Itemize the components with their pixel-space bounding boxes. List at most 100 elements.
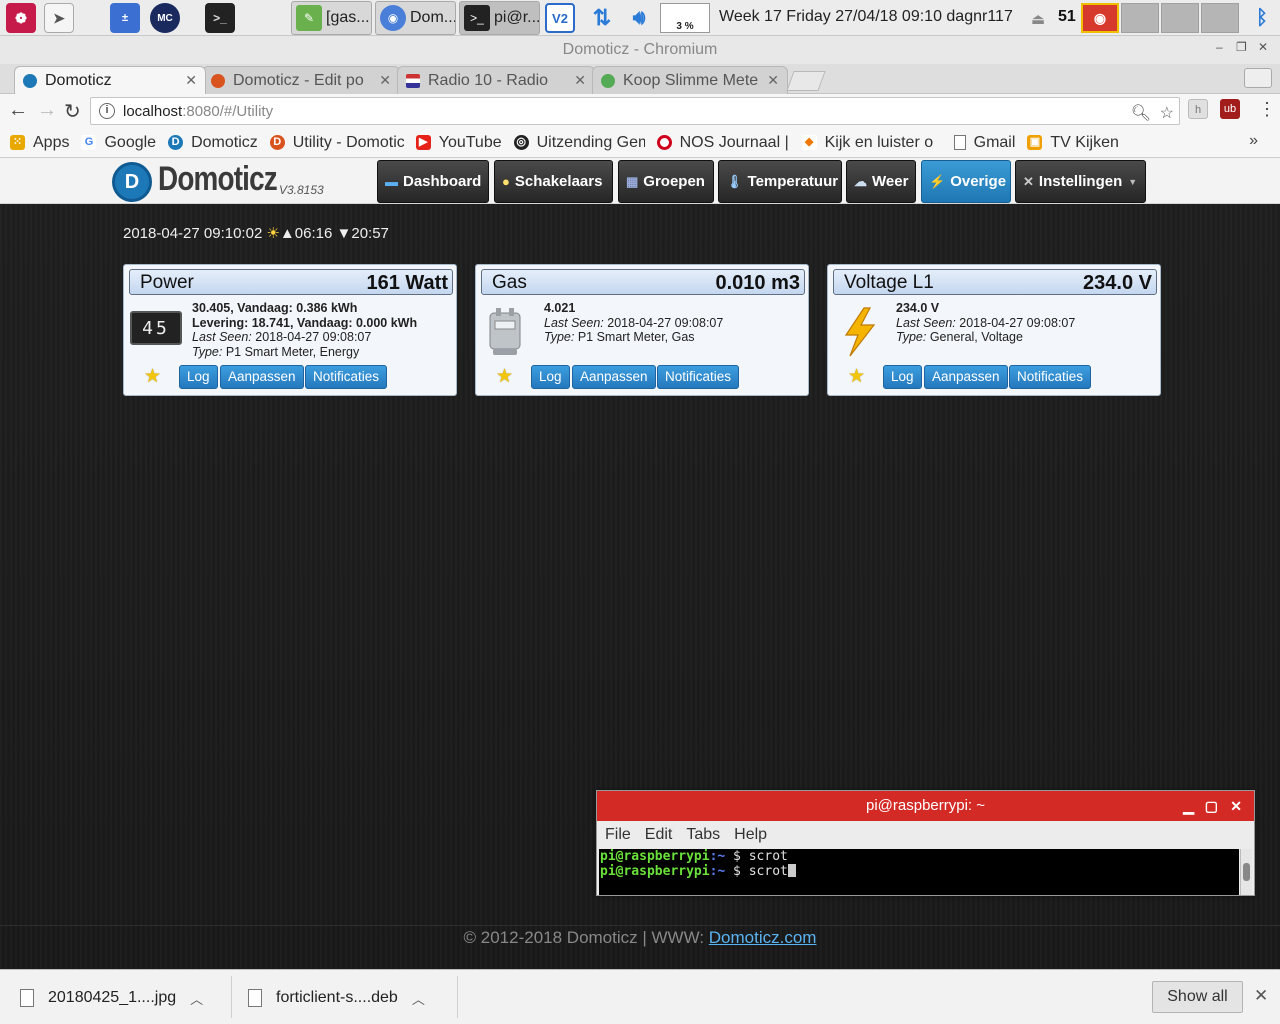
nav-overige[interactable]: ⚡ Overige: [921, 160, 1011, 203]
menu-edit[interactable]: Edit: [645, 826, 673, 844]
nav-instellingen[interactable]: ✕ Instellingen ▼: [1015, 160, 1146, 203]
domoticz-title[interactable]: Domoticz: [158, 160, 278, 199]
terminal-launcher-icon[interactable]: >_: [205, 3, 235, 33]
tab-close-icon[interactable]: ✕: [375, 72, 391, 89]
workspace-2[interactable]: [1161, 3, 1199, 33]
eject-icon[interactable]: ⏏: [1031, 10, 1045, 28]
leafpad-icon: ✎: [296, 5, 322, 31]
domoticz-orange-favicon: [211, 73, 225, 88]
nav-schakelaars[interactable]: ● Schakelaars: [494, 160, 613, 203]
nav-weer[interactable]: ☁ Weer: [846, 160, 916, 203]
favorite-star-icon[interactable]: ★: [848, 365, 865, 388]
forward-icon[interactable]: →: [37, 99, 57, 122]
bookmark-apps[interactable]: ⁙ Apps: [10, 134, 69, 152]
terminal-output[interactable]: pi@raspberrypi:~ $ scrot pi@raspberrypi:…: [599, 849, 1239, 895]
nav-temperatuur[interactable]: 🌡︎ Temperatuur: [718, 160, 842, 203]
card-header: Voltage L1 234.0 V: [833, 269, 1157, 295]
nav-dashboard[interactable]: ▬ Dashboard: [377, 160, 489, 203]
maximize-icon[interactable]: ▢: [1205, 791, 1218, 821]
site-info-icon[interactable]: i: [99, 103, 115, 119]
telegram-icon[interactable]: ➤: [44, 3, 74, 33]
vnc-icon[interactable]: V2: [545, 3, 575, 33]
sun-icon: ☀: [266, 225, 280, 242]
tab-close-icon[interactable]: ✕: [570, 72, 586, 89]
aanpassen-button[interactable]: Aanpassen: [924, 365, 1008, 389]
bookmark-uitzending-gemist[interactable]: ◎ Uitzending Gem: [513, 134, 645, 152]
minimize-icon[interactable]: ▁: [1183, 791, 1194, 821]
menu-kebab-icon[interactable]: ⋮: [1258, 99, 1276, 120]
back-icon[interactable]: ←: [8, 99, 28, 122]
zoom-icon[interactable]: 🔍︎: [1131, 103, 1151, 123]
chevron-up-icon[interactable]: ︿: [190, 989, 203, 1008]
tab-close-icon[interactable]: ✕: [181, 72, 197, 89]
bookmark-star-icon[interactable]: ☆: [1160, 103, 1174, 123]
bookmark-tv-kijken[interactable]: ▣ TV Kijken: [1027, 134, 1119, 152]
terminal-titlebar[interactable]: pi@raspberrypi: ~ ▁ ▢ ✕: [597, 791, 1254, 821]
download-item[interactable]: 20180425_1....jpg ︿: [20, 980, 203, 1016]
minimize-icon[interactable]: ‒: [1216, 40, 1223, 54]
notificaties-button[interactable]: Notificaties: [305, 365, 388, 389]
scrollbar-thumb[interactable]: [1243, 863, 1250, 881]
bookmark-utility-domoticz[interactable]: D Utility - Domotic: [269, 134, 404, 152]
calculator-icon[interactable]: ±: [110, 3, 140, 33]
workspace-1[interactable]: [1121, 3, 1159, 33]
tab-domoticz-edit[interactable]: Domoticz - Edit po ✕: [202, 66, 400, 94]
bluetooth-icon[interactable]: ᛒ: [1247, 3, 1277, 33]
bookmark-youtube[interactable]: ▶ YouTube: [415, 134, 502, 152]
tab-radio10[interactable]: Radio 10 - Radio ✕: [397, 66, 595, 94]
aanpassen-button[interactable]: Aanpassen: [220, 365, 304, 389]
task-chromium[interactable]: ◉ Dom...: [375, 1, 456, 35]
mc-icon[interactable]: MC: [150, 3, 180, 33]
domoticz-logo-icon[interactable]: D: [112, 162, 152, 202]
bookmark-google[interactable]: G Google: [81, 134, 156, 152]
clock[interactable]: Week 17 Friday 27/04/18 09:10 dagnr117: [719, 8, 1013, 26]
menu-file[interactable]: File: [605, 826, 631, 844]
volume-icon[interactable]: 🔊︎: [624, 3, 654, 33]
raspberry-menu-icon[interactable]: ❁: [6, 3, 36, 33]
bookmark-domoticz[interactable]: D Domoticz: [168, 134, 258, 152]
ublock-icon[interactable]: ub: [1220, 99, 1240, 119]
extension-h-icon[interactable]: h: [1188, 99, 1208, 119]
terminal-scrollbar[interactable]: [1240, 849, 1252, 895]
close-window-icon[interactable]: ✕: [1258, 40, 1268, 54]
workspace-3[interactable]: [1201, 3, 1239, 33]
tab-close-icon[interactable]: ✕: [763, 72, 779, 89]
profile-icon[interactable]: [1244, 68, 1272, 88]
tab-domoticz[interactable]: Domoticz ✕: [14, 66, 206, 94]
log-button[interactable]: Log: [883, 365, 922, 389]
bookmark-nos-journaal[interactable]: NOS Journaal |: [656, 134, 790, 152]
log-button[interactable]: Log: [179, 365, 218, 389]
terminal-icon: >_: [464, 5, 490, 31]
menu-help[interactable]: Help: [734, 826, 767, 844]
favorite-star-icon[interactable]: ★: [144, 365, 161, 388]
download-item[interactable]: forticlient-s....deb ︿: [248, 980, 425, 1016]
nav-groepen[interactable]: ▦ Groepen: [618, 160, 714, 203]
notificaties-button[interactable]: Notificaties: [1009, 365, 1092, 389]
reload-icon[interactable]: ↻: [64, 99, 81, 124]
task-terminal[interactable]: >_ pi@r...: [459, 1, 540, 35]
favorite-star-icon[interactable]: ★: [496, 365, 513, 388]
show-all-button[interactable]: Show all: [1152, 981, 1243, 1013]
domoticz-link[interactable]: Domoticz.com: [709, 928, 817, 947]
aanpassen-button[interactable]: Aanpassen: [572, 365, 656, 389]
menu-tabs[interactable]: Tabs: [686, 826, 720, 844]
bookmarks-overflow-icon[interactable]: »: [1249, 132, 1258, 150]
chromium-tray-icon[interactable]: ◉: [1081, 3, 1119, 33]
new-tab-button[interactable]: [786, 71, 826, 91]
bookmark-kijk-en-luister[interactable]: ◆ Kijk en luister o: [801, 134, 942, 152]
terminal-window[interactable]: pi@raspberrypi: ~ ▁ ▢ ✕ File Edit Tabs H…: [596, 790, 1255, 896]
tv-icon: ▣: [1027, 135, 1043, 150]
bookmark-gmail[interactable]: Gmail: [953, 134, 1015, 152]
task-gas[interactable]: ✎ [gas...: [291, 1, 372, 35]
log-button[interactable]: Log: [531, 365, 570, 389]
close-icon[interactable]: ✕: [1230, 791, 1242, 821]
network-arrows-icon[interactable]: ⇅: [587, 3, 617, 33]
domoticz-version: V3.8153: [279, 183, 324, 197]
chevron-up-icon[interactable]: ︿: [412, 989, 425, 1008]
divider: [231, 976, 232, 1018]
close-icon[interactable]: ✕: [1254, 986, 1268, 1006]
address-bar[interactable]: i localhost:8080/#/Utility 🔍︎ ☆: [90, 97, 1180, 125]
restore-icon[interactable]: ❐: [1236, 40, 1247, 54]
notificaties-button[interactable]: Notificaties: [657, 365, 740, 389]
tab-koop-slimme-meter[interactable]: Koop Slimme Mete ✕: [592, 66, 788, 94]
